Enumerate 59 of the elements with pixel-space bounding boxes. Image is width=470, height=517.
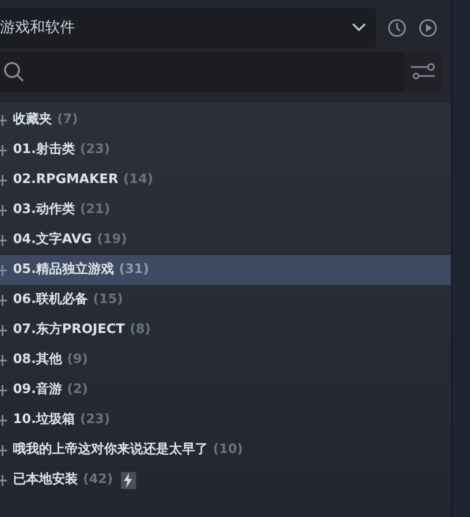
collection-item[interactable]: 04.文字AVG (19) (0, 225, 451, 255)
collection-count: (31) (119, 261, 150, 280)
collection-name: 哦我的上帝这对你来说还是太早了 (13, 440, 208, 460)
play-icon[interactable] (419, 18, 437, 36)
collection-count: (42) (83, 471, 113, 490)
collection-item[interactable]: 哦我的上帝这对你来说还是太早了 (10) (0, 435, 451, 465)
expand-plus-icon (0, 114, 7, 126)
collection-item[interactable]: 06.联机必备 (15) (0, 285, 451, 315)
collection-count: (19) (96, 231, 127, 250)
collection-name: 02.RPGMAKER (13, 171, 118, 190)
collection-item[interactable]: 03.动作类 (21) (0, 195, 451, 225)
collection-name: 10.垃圾箱 (13, 411, 76, 430)
collection-count: (15) (93, 291, 124, 310)
collection-count: (7) (57, 111, 78, 130)
collection-name: 09.音游 (13, 380, 62, 400)
collection-item[interactable]: 已本地安装 (42) (0, 465, 451, 495)
expand-plus-icon (0, 384, 7, 396)
clock-icon[interactable] (388, 18, 406, 36)
collection-count: (21) (80, 201, 110, 220)
collection-name: 07.东方PROJECT (13, 320, 125, 340)
collection-name: 已本地安装 (13, 470, 78, 490)
sliders-icon (410, 62, 436, 82)
expand-plus-icon (0, 354, 7, 366)
collection-item[interactable]: 08.其他 (9) (0, 345, 451, 375)
expand-plus-icon (0, 204, 7, 216)
expand-plus-icon (0, 444, 7, 456)
collection-count: (2) (67, 381, 88, 400)
collection-item[interactable]: 10.垃圾箱 (23) (0, 405, 451, 435)
collection-name: 03.动作类 (13, 201, 76, 220)
chevron-down-icon (352, 23, 366, 32)
collection-name: 06.联机必备 (13, 290, 88, 310)
collection-count: (10) (213, 441, 243, 460)
collection-name: 收藏夹 (13, 111, 52, 130)
collection-item[interactable]: 09.音游 (2) (0, 375, 451, 405)
expand-plus-icon (0, 234, 7, 246)
filter-button[interactable] (404, 52, 442, 92)
expand-plus-icon (0, 294, 7, 306)
collection-item[interactable]: 01.射击类 (23) (0, 135, 451, 165)
collection-count: (8) (130, 321, 151, 340)
collection-count: (9) (67, 351, 88, 370)
collection-name: 05.精品独立游戏 (13, 260, 114, 280)
collection-count: (23) (80, 141, 110, 160)
expand-plus-icon (0, 414, 7, 426)
search-icon (3, 61, 25, 83)
collection-item[interactable]: 02.RPGMAKER (14) (0, 165, 451, 195)
filter-dropdown[interactable]: 游戏和软件 (0, 8, 376, 48)
expand-plus-icon (0, 174, 7, 186)
collection-item[interactable]: 05.精品独立游戏 (31) (0, 255, 451, 285)
collection-item[interactable]: 收藏夹 (7) (0, 105, 451, 135)
expand-plus-icon (0, 144, 7, 156)
collection-name: 01.射击类 (13, 141, 76, 160)
collection-item[interactable]: 07.东方PROJECT (8) (0, 315, 451, 345)
expand-plus-icon (0, 474, 7, 486)
collection-name: 04.文字AVG (13, 230, 92, 250)
expand-plus-icon (0, 264, 7, 276)
collection-name: 08.其他 (13, 351, 62, 370)
collection-count: (23) (80, 411, 110, 430)
collection-count: (14) (123, 171, 154, 190)
expand-plus-icon (0, 324, 7, 336)
